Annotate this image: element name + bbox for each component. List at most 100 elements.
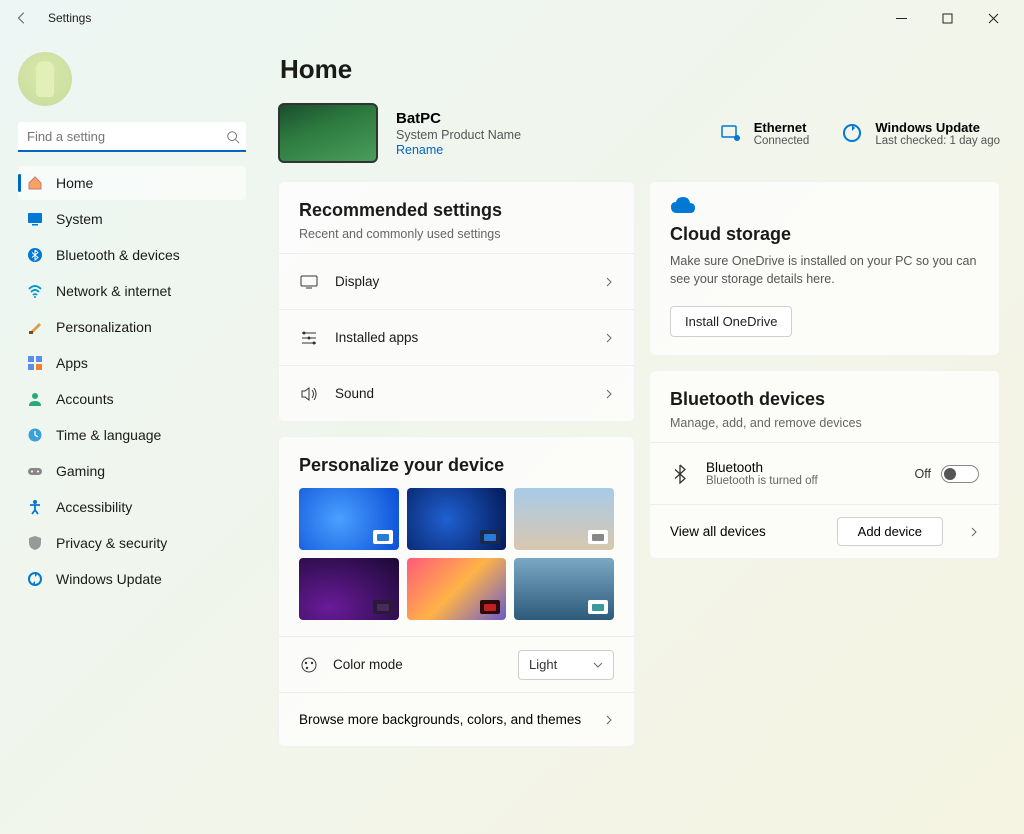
- brush-icon: [26, 318, 44, 336]
- nav-label: Personalization: [56, 319, 152, 335]
- nav-accessibility[interactable]: Accessibility: [18, 490, 246, 524]
- shield-icon: [26, 534, 44, 552]
- chevron-right-icon: [604, 333, 614, 343]
- update-icon: [26, 570, 44, 588]
- setting-installed-apps[interactable]: Installed apps: [279, 309, 634, 365]
- setting-label: Installed apps: [335, 330, 418, 345]
- nav-label: Bluetooth & devices: [56, 247, 180, 263]
- nav-network[interactable]: Network & internet: [18, 274, 246, 308]
- minimize-button[interactable]: [878, 2, 924, 34]
- personalize-card: Personalize your device Color: [278, 436, 635, 747]
- clock-icon: [26, 426, 44, 444]
- ethernet-sub: Connected: [754, 135, 810, 147]
- titlebar: Settings: [0, 0, 1024, 36]
- wifi-icon: [26, 282, 44, 300]
- chevron-right-icon: [969, 527, 979, 537]
- apps-icon: [26, 354, 44, 372]
- bluetooth-name: Bluetooth: [706, 460, 818, 475]
- nav-accounts[interactable]: Accounts: [18, 382, 246, 416]
- update-status[interactable]: Windows Update Last checked: 1 day ago: [839, 120, 1000, 147]
- nav-label: Accounts: [56, 391, 114, 407]
- setting-sound[interactable]: Sound: [279, 365, 634, 421]
- chevron-right-icon: [604, 389, 614, 399]
- nav-label: Time & language: [56, 427, 161, 443]
- nav-label: Windows Update: [56, 571, 162, 587]
- nav-bluetooth[interactable]: Bluetooth & devices: [18, 238, 246, 272]
- add-device-button[interactable]: Add device: [837, 517, 943, 546]
- sound-icon: [299, 385, 319, 403]
- toggle-state-label: Off: [915, 467, 931, 481]
- theme-option-6[interactable]: [514, 558, 614, 620]
- ethernet-status[interactable]: Ethernet Connected: [718, 120, 810, 147]
- close-button[interactable]: [970, 2, 1016, 34]
- nav-gaming[interactable]: Gaming: [18, 454, 246, 488]
- bluetooth-toggle[interactable]: [941, 465, 979, 483]
- chevron-right-icon: [604, 715, 614, 725]
- nav-list: Home System Bluetooth & devices Network …: [18, 166, 246, 596]
- theme-option-4[interactable]: [299, 558, 399, 620]
- theme-option-1[interactable]: [299, 488, 399, 550]
- rename-link[interactable]: Rename: [396, 143, 521, 157]
- view-all-devices-link[interactable]: View all devices: [670, 524, 766, 539]
- setting-display[interactable]: Display: [279, 253, 634, 309]
- bluetooth-title: Bluetooth devices: [670, 389, 979, 410]
- back-button[interactable]: [8, 4, 36, 32]
- bluetooth-state-sub: Bluetooth is turned off: [706, 475, 818, 487]
- home-icon: [26, 174, 44, 192]
- nav-label: Gaming: [56, 463, 105, 479]
- device-product: System Product Name: [396, 128, 521, 142]
- theme-option-2[interactable]: [407, 488, 507, 550]
- browse-label: Browse more backgrounds, colors, and the…: [299, 712, 581, 727]
- cloud-storage-card: Cloud storage Make sure OneDrive is inst…: [649, 181, 1000, 356]
- setting-label: Display: [335, 274, 379, 289]
- cloud-icon: [670, 196, 979, 214]
- nav-label: Home: [56, 175, 93, 191]
- palette-icon: [299, 656, 319, 674]
- personalize-title: Personalize your device: [299, 455, 614, 476]
- browse-themes-link[interactable]: Browse more backgrounds, colors, and the…: [279, 692, 634, 746]
- color-mode-value: Light: [529, 657, 557, 672]
- update-status-icon: [839, 120, 865, 146]
- theme-option-5[interactable]: [407, 558, 507, 620]
- nav-label: Apps: [56, 355, 88, 371]
- color-mode-row: Color mode Light: [279, 636, 634, 692]
- nav-privacy[interactable]: Privacy & security: [18, 526, 246, 560]
- setting-label: Sound: [335, 386, 374, 401]
- avatar: [18, 52, 72, 106]
- chevron-down-icon: [593, 660, 603, 670]
- search-input[interactable]: [18, 122, 246, 152]
- chevron-right-icon: [604, 277, 614, 287]
- nav-label: System: [56, 211, 103, 227]
- recommended-sub: Recent and commonly used settings: [299, 227, 614, 241]
- nav-personalization[interactable]: Personalization: [18, 310, 246, 344]
- person-icon: [26, 390, 44, 408]
- bluetooth-toggle-row: Bluetooth Bluetooth is turned off Off: [650, 442, 999, 504]
- nav-system[interactable]: System: [18, 202, 246, 236]
- user-profile[interactable]: [18, 52, 246, 106]
- update-sub: Last checked: 1 day ago: [875, 135, 1000, 147]
- theme-option-3[interactable]: [514, 488, 614, 550]
- bluetooth-icon: [670, 464, 690, 484]
- maximize-button[interactable]: [924, 2, 970, 34]
- nav-home[interactable]: Home: [18, 166, 246, 200]
- window-title: Settings: [48, 11, 91, 25]
- device-header: BatPC System Product Name Rename Etherne…: [278, 103, 1000, 163]
- install-onedrive-button[interactable]: Install OneDrive: [670, 306, 792, 337]
- nav-label: Network & internet: [56, 283, 171, 299]
- search-icon: [226, 130, 240, 144]
- color-mode-select[interactable]: Light: [518, 650, 614, 680]
- ethernet-title: Ethernet: [754, 120, 810, 135]
- game-icon: [26, 462, 44, 480]
- display-icon: [299, 273, 319, 291]
- nav-label: Privacy & security: [56, 535, 167, 551]
- nav-update[interactable]: Windows Update: [18, 562, 246, 596]
- cloud-title: Cloud storage: [670, 224, 979, 245]
- cloud-desc: Make sure OneDrive is installed on your …: [670, 253, 979, 288]
- nav-label: Accessibility: [56, 499, 132, 515]
- nav-time[interactable]: Time & language: [18, 418, 246, 452]
- ethernet-icon: [718, 120, 744, 146]
- update-title: Windows Update: [875, 120, 1000, 135]
- content: Home BatPC System Product Name Rename Et…: [260, 36, 1024, 834]
- view-devices-row: View all devices Add device: [650, 504, 999, 558]
- nav-apps[interactable]: Apps: [18, 346, 246, 380]
